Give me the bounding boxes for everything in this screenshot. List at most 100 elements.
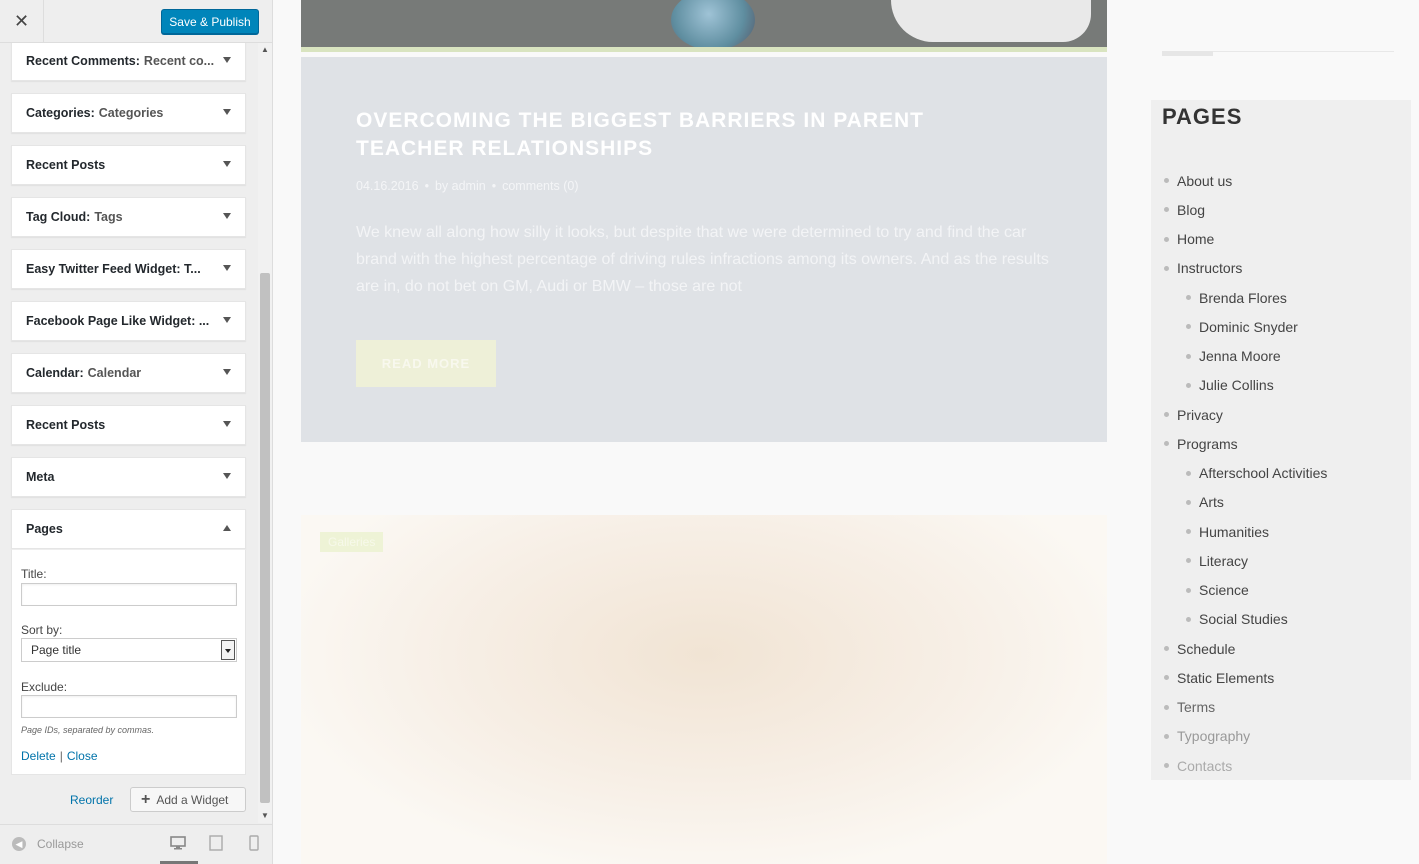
post-author[interactable]: by admin	[435, 179, 486, 193]
bullet-icon	[1164, 441, 1169, 447]
page-link[interactable]: Schedule	[1151, 634, 1411, 663]
widget-title: Categories	[98, 106, 164, 120]
page-link[interactable]: Julie Collins	[1151, 371, 1411, 400]
page-link[interactable]: Static Elements	[1151, 663, 1411, 692]
bullet-icon	[1164, 704, 1169, 710]
save-publish-button[interactable]: Save & Publish	[161, 9, 259, 34]
chevron-down-icon[interactable]	[223, 57, 231, 63]
page-link[interactable]: Humanities	[1151, 517, 1411, 546]
page-link[interactable]: Terms	[1151, 693, 1411, 722]
widget-pages[interactable]: Pages	[11, 509, 246, 549]
widget-recent-posts[interactable]: Recent Posts	[11, 145, 246, 185]
delete-link[interactable]: Delete	[21, 749, 56, 763]
post-featured-image[interactable]	[301, 0, 1107, 52]
page-link[interactable]: Arts	[1151, 488, 1411, 517]
bullet-icon	[1186, 470, 1191, 476]
meta-separator: •	[491, 179, 497, 193]
chevron-down-icon[interactable]	[223, 317, 231, 323]
reorder-link[interactable]: Reorder	[70, 793, 113, 807]
chevron-down-icon[interactable]	[223, 265, 231, 271]
page-link[interactable]: Home	[1151, 225, 1411, 254]
page-link[interactable]: Programs	[1151, 429, 1411, 458]
bullet-icon	[1164, 178, 1169, 183]
page-link-label: Typography	[1177, 728, 1251, 745]
read-more-button[interactable]: READ MORE	[356, 340, 496, 387]
page-link-label: Home	[1177, 231, 1215, 248]
sort-by-select[interactable]: Page title	[21, 638, 237, 662]
desktop-icon[interactable]	[170, 835, 186, 851]
chevron-down-icon[interactable]	[223, 369, 231, 375]
customizer-sidebar: ✕ Save & Publish Recent Comments: Recent…	[0, 0, 273, 864]
chevron-up-icon[interactable]	[223, 525, 231, 531]
widget-twitter-feed[interactable]: Easy Twitter Feed Widget: T...	[11, 249, 246, 289]
close-icon[interactable]: ✕	[0, 0, 44, 43]
title-input[interactable]	[21, 583, 237, 606]
page-link[interactable]: Afterschool Activities	[1151, 459, 1411, 488]
bullet-icon	[1186, 587, 1191, 593]
page-link-label: Terms	[1177, 699, 1216, 716]
scroll-up-icon[interactable]: ▲	[261, 45, 269, 54]
globe-image	[671, 0, 755, 50]
collapse-button[interactable]: ◀ Collapse	[12, 837, 84, 851]
widget-facebook-page[interactable]: Facebook Page Like Widget: ...	[11, 301, 246, 341]
chevron-down-icon[interactable]	[223, 109, 231, 115]
page-link-label: Privacy	[1177, 406, 1223, 423]
page-link[interactable]: Science	[1151, 576, 1411, 605]
widget-recent-posts-2[interactable]: Recent Posts	[11, 405, 246, 445]
exclude-input[interactable]	[21, 695, 237, 718]
category-badge[interactable]: Galleries	[320, 532, 384, 552]
widget-tag-cloud[interactable]: Tag Cloud: Tags	[11, 197, 246, 237]
chevron-down-icon[interactable]	[223, 161, 231, 167]
page-link[interactable]: Brenda Flores	[1151, 283, 1411, 312]
page-link[interactable]: Social Studies	[1151, 605, 1411, 634]
chevron-down-icon[interactable]	[223, 213, 231, 219]
post-comments[interactable]: comments (0)	[502, 179, 578, 193]
exclude-label: Exclude:	[21, 680, 68, 694]
dropdown-arrow-icon[interactable]	[221, 640, 235, 660]
widget-list: Recent Comments: Recent co... Categories…	[0, 43, 258, 823]
sidebar-scrollbar[interactable]: ▲ ▼	[258, 43, 272, 823]
mobile-icon[interactable]	[248, 835, 260, 851]
page-link[interactable]: Dominic Snyder	[1151, 312, 1411, 341]
page-link-label: Literacy	[1199, 552, 1249, 569]
collapse-label: Collapse	[37, 837, 84, 851]
page-link[interactable]: Privacy	[1151, 400, 1411, 429]
page-link-label: Dominic Snyder	[1199, 318, 1298, 335]
post-title[interactable]: OVERCOMING THE BIGGEST BARRIERS IN PAREN…	[356, 107, 1016, 163]
widget-categories[interactable]: Categories: Categories	[11, 93, 246, 133]
page-link[interactable]: Jenna Moore	[1151, 342, 1411, 371]
post-excerpt: We knew all along how silly it looks, bu…	[356, 224, 1049, 295]
widget-recent-comments[interactable]: Recent Comments: Recent co...	[11, 43, 246, 81]
bullet-icon	[1164, 733, 1169, 739]
add-widget-button[interactable]: + Add a Widget	[130, 787, 246, 812]
sort-by-value: Page title	[31, 643, 82, 657]
bullet-icon	[1164, 412, 1169, 417]
chevron-down-icon[interactable]	[223, 473, 231, 479]
bullet-icon	[1186, 499, 1191, 505]
post-card: OVERCOMING THE BIGGEST BARRIERS IN PAREN…	[301, 57, 1107, 442]
page-link[interactable]: Instructors	[1151, 254, 1411, 283]
page-link-label: Programs	[1177, 435, 1238, 452]
page-link[interactable]: Blog	[1151, 195, 1411, 224]
collapse-icon: ◀	[12, 837, 26, 851]
widget-title: Tags	[94, 210, 123, 224]
chevron-down-icon[interactable]	[223, 421, 231, 427]
page-link-label: Julie Collins	[1199, 377, 1274, 394]
tablet-icon[interactable]	[208, 835, 224, 851]
widget-name: Categories:	[26, 106, 95, 120]
widget-calendar[interactable]: Calendar: Calendar	[11, 353, 246, 393]
page-link[interactable]: Typography	[1151, 722, 1411, 751]
widget-name: Facebook Page Like Widget: ...	[26, 314, 210, 328]
bullet-icon	[1164, 763, 1169, 768]
widget-name: Recent Posts	[26, 418, 106, 432]
widget-meta[interactable]: Meta	[11, 457, 246, 497]
page-link[interactable]: Contacts	[1151, 751, 1411, 780]
page-link[interactable]: Literacy	[1151, 546, 1411, 575]
scroll-thumb[interactable]	[260, 273, 270, 803]
page-link-label: Blog	[1177, 201, 1206, 218]
painted-hands-image[interactable]: Galleries	[301, 515, 1107, 864]
page-link[interactable]: About us	[1151, 166, 1411, 195]
bullet-icon	[1164, 236, 1169, 242]
close-link[interactable]: Close	[67, 749, 98, 763]
scroll-down-icon[interactable]: ▼	[261, 811, 269, 820]
